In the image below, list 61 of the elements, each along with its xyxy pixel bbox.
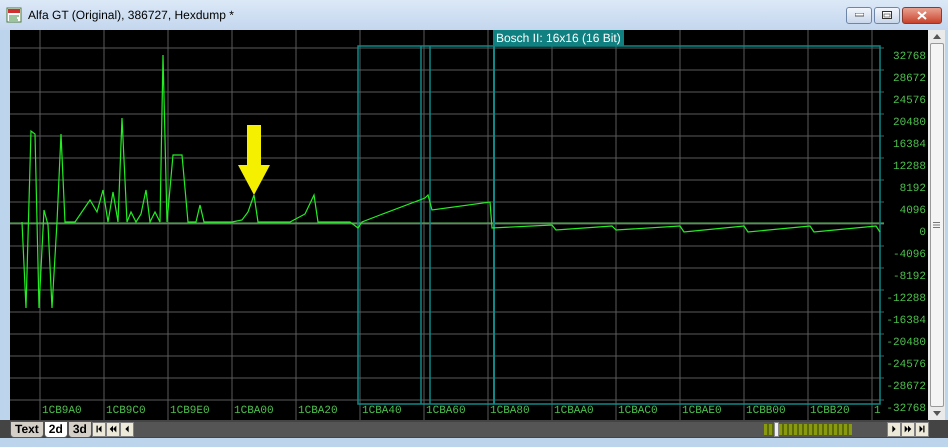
y-axis-label: 28672 — [892, 72, 926, 86]
grip-icon — [933, 222, 940, 228]
forward-icon-button[interactable] — [887, 422, 901, 436]
down-arrow-icon — [932, 411, 940, 416]
y-axis-label: 20480 — [892, 116, 926, 130]
minimize-icon — [854, 13, 864, 17]
close-icon — [917, 10, 927, 20]
x-axis-label: 1CBB20 — [810, 404, 851, 419]
x-axis-label: 1CB9C0 — [106, 404, 147, 419]
x-axis-label: 1CBAC0 — [618, 404, 659, 419]
maximize-button[interactable] — [874, 6, 900, 24]
scrollbar-thumb[interactable] — [774, 422, 779, 436]
x-axis-label: 1CBA80 — [490, 404, 531, 419]
up-arrow-icon — [932, 34, 940, 39]
y-axis-label: -12288 — [886, 292, 926, 306]
last-icon-button[interactable] — [915, 422, 929, 436]
first-icon-button[interactable] — [92, 422, 106, 436]
rewind-icon-button[interactable] — [106, 422, 120, 436]
rewind-icon — [108, 424, 118, 434]
y-axis-label: -28672 — [886, 380, 926, 394]
back-icon-button[interactable] — [120, 422, 134, 436]
view-tab[interactable]: Text — [10, 420, 44, 438]
y-axis-label: -20480 — [886, 336, 926, 350]
y-axis-label: -8192 — [892, 270, 926, 284]
x-axis-label: 1CBA20 — [298, 404, 339, 419]
down-arrow-icon — [238, 125, 270, 195]
y-axis-label: -4096 — [892, 248, 926, 262]
x-axis-label: 1CB9A0 — [42, 404, 83, 419]
horizontal-scrollbar[interactable] — [134, 422, 887, 436]
x-axis-label: 1CB9E0 — [170, 404, 211, 419]
scrollbar-thumb[interactable] — [930, 43, 944, 407]
view-tab[interactable]: 3d — [68, 420, 92, 438]
minimize-button[interactable] — [846, 6, 872, 24]
x-axis-label: 1CBA60 — [426, 404, 467, 419]
x-axis-label: 1 — [874, 404, 881, 419]
y-axis-label: 4096 — [900, 204, 926, 218]
x-axis-label: 1CBAA0 — [554, 404, 595, 419]
x-axis-label: 1CBA40 — [362, 404, 403, 419]
x-axis-label: 1CBA00 — [234, 404, 275, 419]
first-icon — [94, 424, 104, 434]
y-axis-label: 0 — [919, 226, 926, 240]
maximize-icon — [882, 11, 892, 19]
fast-forward-icon — [903, 424, 913, 434]
y-axis-label: 8192 — [900, 182, 926, 196]
view-tab[interactable]: 2d — [44, 420, 68, 438]
close-button[interactable] — [902, 6, 942, 24]
y-axis-label: 12288 — [892, 160, 926, 174]
window-title: Alfa GT (Original), 386727, Hexdump * — [28, 7, 235, 24]
map-label: Bosch II: 16x16 (16 Bit) — [493, 30, 624, 46]
y-axis-label: 24576 — [892, 94, 926, 108]
x-axis-label: 1CBB00 — [746, 404, 787, 419]
x-axis-label: 1CBAE0 — [682, 404, 723, 419]
last-icon — [917, 424, 927, 434]
y-axis-label: 16384 — [892, 138, 926, 152]
y-axis-label: 32768 — [892, 50, 926, 64]
document-icon — [6, 7, 22, 23]
y-axis-label: -24576 — [886, 358, 926, 372]
vertical-scrollbar[interactable] — [928, 30, 945, 420]
y-axis-label: -32768 — [886, 402, 926, 416]
fast-forward-icon-button[interactable] — [901, 422, 915, 436]
y-axis-label: -16384 — [886, 314, 926, 328]
